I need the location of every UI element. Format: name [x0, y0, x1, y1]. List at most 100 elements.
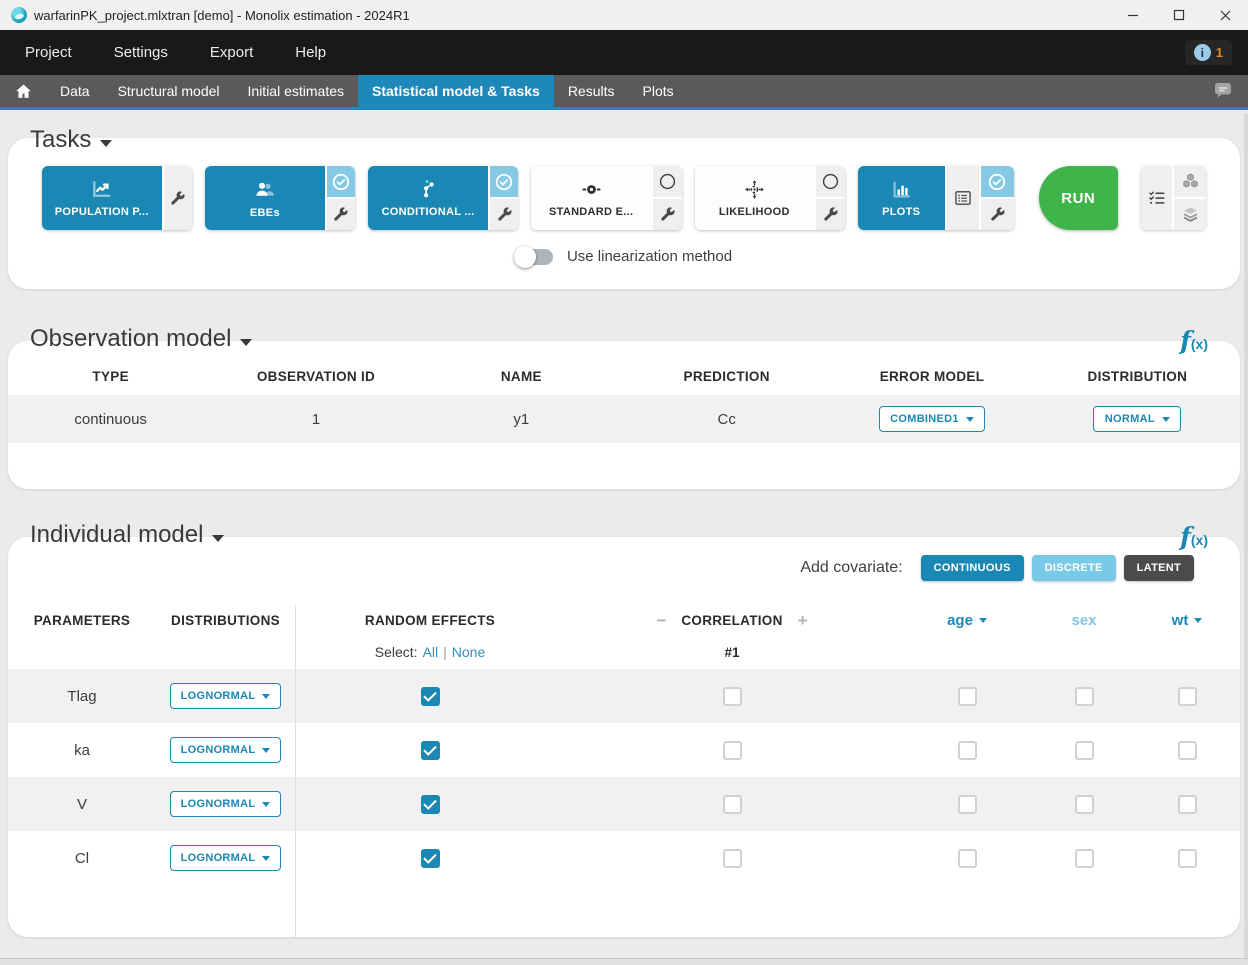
crosshair-icon — [743, 178, 766, 201]
correlation-checkbox-cl[interactable] — [723, 849, 742, 868]
age-checkbox-tlag[interactable] — [958, 687, 977, 706]
wrench-icon — [496, 206, 513, 223]
random-effect-checkbox-tlag[interactable] — [421, 687, 440, 706]
tab-initial-estimates[interactable]: Initial estimates — [234, 75, 358, 107]
menu-help[interactable]: Help — [295, 44, 326, 61]
random-effect-checkbox-ka[interactable] — [421, 741, 440, 760]
menu-settings[interactable]: Settings — [114, 44, 168, 61]
col-error-model: ERROR MODEL — [829, 369, 1034, 384]
wt-checkbox-ka[interactable] — [1178, 741, 1197, 760]
correlation-checkbox-v[interactable] — [723, 795, 742, 814]
error-model-dropdown[interactable]: COMBINED1 — [879, 406, 985, 432]
plots-settings-button[interactable] — [981, 199, 1014, 230]
select-none-link[interactable]: None — [452, 644, 485, 660]
individual-model-title[interactable]: Individual model — [30, 521, 224, 549]
col-prediction: PREDICTION — [624, 369, 829, 384]
remove-correlation-button[interactable]: − — [656, 612, 666, 629]
task-label: STANDARD E... — [549, 206, 633, 218]
tab-plots[interactable]: Plots — [629, 75, 688, 107]
people-icon — [253, 178, 277, 202]
standard-errors-settings-button[interactable] — [653, 199, 682, 230]
parameter-name: Cl — [8, 831, 156, 885]
minimize-button[interactable] — [1110, 0, 1156, 30]
random-effect-checkbox-cl[interactable] — [421, 849, 440, 868]
tab-structural-model[interactable]: Structural model — [104, 75, 234, 107]
notifications-badge[interactable]: i 1 — [1185, 40, 1232, 65]
likelihood-button[interactable]: LIKELIHOOD — [695, 166, 815, 230]
tasks-section-title[interactable]: Tasks — [30, 126, 112, 154]
run-button[interactable]: RUN — [1039, 166, 1118, 230]
conditional-distribution-settings-button[interactable] — [490, 199, 519, 230]
linearization-toggle[interactable] — [516, 249, 553, 265]
sex-checkbox-v[interactable] — [1075, 795, 1094, 814]
population-parameters-settings-button[interactable] — [164, 166, 193, 230]
scrollbar[interactable] — [1244, 113, 1248, 965]
close-button[interactable] — [1202, 0, 1248, 30]
tab-data[interactable]: Data — [46, 75, 104, 107]
linearization-label: Use linearization method — [567, 248, 732, 265]
population-parameters-button[interactable]: POPULATION P... — [42, 166, 162, 230]
task-population-parameters: POPULATION P... — [42, 166, 192, 230]
distribution-dropdown-cl[interactable]: LOGNORMAL — [170, 845, 282, 871]
standard-errors-selected-toggle[interactable] — [653, 166, 682, 197]
tab-results[interactable]: Results — [554, 75, 629, 107]
conditional-distribution-button[interactable]: CONDITIONAL ... — [368, 166, 488, 230]
distribution-dropdown[interactable]: NORMAL — [1093, 406, 1181, 432]
wt-checkbox-v[interactable] — [1178, 795, 1197, 814]
formula-fx-button[interactable]: f(x) — [1180, 328, 1208, 353]
menu-bar: Project Settings Export Help i 1 — [0, 30, 1248, 75]
wrench-icon — [989, 206, 1006, 223]
parameter-row-v: V LOGNORMAL — [8, 777, 1240, 831]
distribution-dropdown-v[interactable]: LOGNORMAL — [170, 791, 282, 817]
plots-selected-toggle[interactable] — [981, 166, 1014, 197]
menu-project[interactable]: Project — [25, 44, 72, 61]
tab-home[interactable] — [0, 75, 46, 107]
close-icon — [1219, 9, 1232, 22]
individual-table-subheader: Select: All | None #1 — [8, 635, 1240, 669]
tab-statistical-model-tasks[interactable]: Statistical model & Tasks — [358, 75, 554, 107]
likelihood-selected-toggle[interactable] — [816, 166, 845, 197]
tab-bar: Data Structural model Initial estimates … — [0, 75, 1248, 110]
distribution-dropdown-ka[interactable]: LOGNORMAL — [170, 737, 282, 763]
select-all-link[interactable]: All — [423, 644, 439, 660]
sex-checkbox-ka[interactable] — [1075, 741, 1094, 760]
conditional-distribution-selected-toggle[interactable] — [490, 166, 519, 197]
caret-down-icon — [979, 618, 987, 623]
likelihood-settings-button[interactable] — [816, 199, 845, 230]
maximize-button[interactable] — [1156, 0, 1202, 30]
task-checklist-button[interactable] — [1141, 166, 1173, 230]
ebes-selected-toggle[interactable] — [327, 166, 356, 197]
add-latent-covariate-button[interactable]: LATENT — [1124, 555, 1194, 581]
wt-checkbox-tlag[interactable] — [1178, 687, 1197, 706]
covariate-age-dropdown[interactable]: age — [900, 605, 1034, 635]
menu-export[interactable]: Export — [210, 44, 253, 61]
add-continuous-covariate-button[interactable]: CONTINUOUS — [921, 555, 1024, 581]
distribution-dropdown-tlag[interactable]: LOGNORMAL — [170, 683, 282, 709]
obs-name: y1 — [419, 411, 624, 428]
task-buttons-row: POPULATION P... EBEs — [42, 166, 1206, 230]
ebes-button[interactable]: EBEs — [205, 166, 325, 230]
standard-errors-button[interactable]: STANDARD E... — [531, 166, 651, 230]
random-effect-checkbox-v[interactable] — [421, 795, 440, 814]
age-checkbox-ka[interactable] — [958, 741, 977, 760]
feedback-bubble-icon[interactable] — [1211, 79, 1235, 103]
plots-button[interactable]: PLOTS — [858, 166, 945, 230]
age-checkbox-cl[interactable] — [958, 849, 977, 868]
add-correlation-button[interactable]: + — [798, 612, 808, 629]
observation-model-title[interactable]: Observation model — [30, 325, 252, 353]
age-checkbox-v[interactable] — [958, 795, 977, 814]
sex-checkbox-tlag[interactable] — [1075, 687, 1094, 706]
window-controls — [1110, 0, 1248, 30]
formula-fx-button[interactable]: f(x) — [1180, 524, 1208, 549]
correlation-checkbox-tlag[interactable] — [723, 687, 742, 706]
layers-button[interactable] — [1174, 199, 1206, 230]
covariate-wt-dropdown[interactable]: wt — [1134, 605, 1240, 635]
sex-checkbox-cl[interactable] — [1075, 849, 1094, 868]
assessment-cubes-button[interactable] — [1174, 166, 1206, 197]
wt-checkbox-cl[interactable] — [1178, 849, 1197, 868]
covariate-sex-label: sex — [1034, 605, 1134, 635]
ebes-settings-button[interactable] — [327, 199, 356, 230]
plots-list-button[interactable] — [947, 166, 980, 230]
add-discrete-covariate-button[interactable]: DISCRETE — [1032, 555, 1116, 581]
correlation-checkbox-ka[interactable] — [723, 741, 742, 760]
